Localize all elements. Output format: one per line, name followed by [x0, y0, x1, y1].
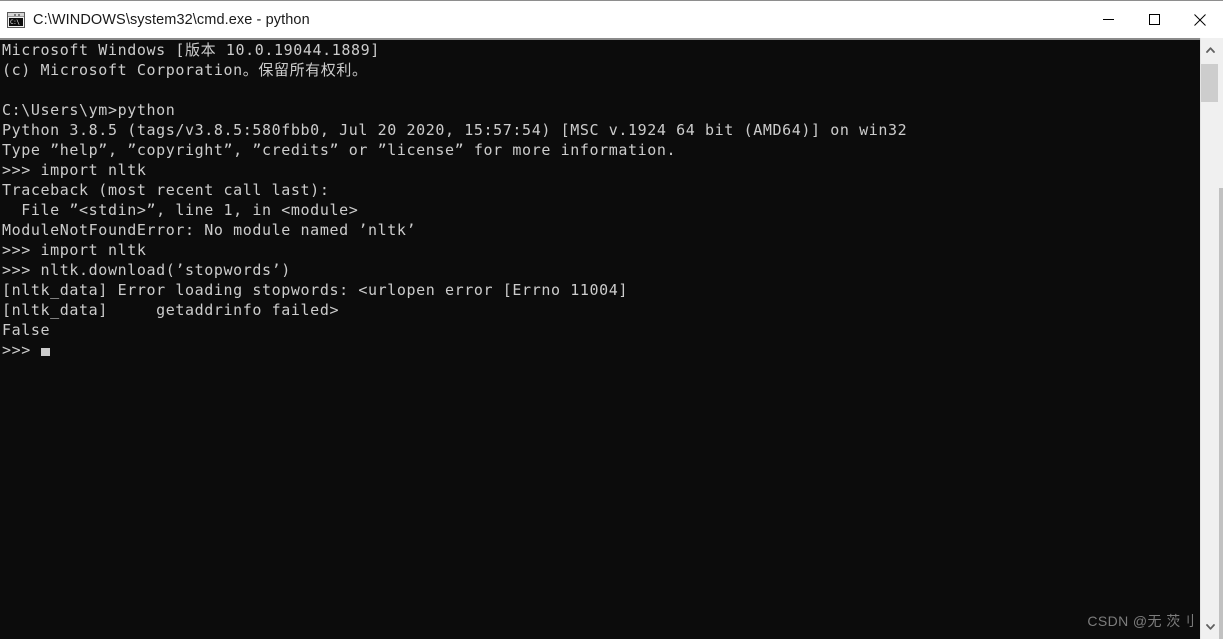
maximize-icon	[1148, 14, 1160, 25]
terminal-line: [nltk_data] Error loading stopwords: <ur…	[2, 281, 628, 299]
terminal-prompt-line[interactable]: >>>	[0, 340, 1200, 360]
maximize-button[interactable]	[1131, 1, 1177, 38]
cmd-icon-titlebar	[8, 12, 24, 17]
cmd-icon-dot-1	[14, 13, 16, 16]
close-icon	[1194, 13, 1206, 26]
scroll-up-button[interactable]	[1201, 38, 1219, 62]
window-title: C:\WINDOWS\system32\cmd.exe - python	[33, 11, 310, 28]
close-button[interactable]	[1177, 1, 1223, 38]
terminal-prompt: >>>	[2, 341, 41, 359]
chevron-up-icon	[1205, 47, 1215, 53]
vertical-scrollbar[interactable]	[1200, 38, 1223, 639]
block-cursor	[40, 348, 50, 356]
terminal-line: False	[2, 321, 51, 339]
cmd-window: C:\ C:\WINDOWS\system32\cmd.exe - python	[0, 0, 1223, 639]
terminal-line: Type ”help”, ”copyright”, ”credits” or ”…	[2, 141, 677, 159]
scrollbar-track[interactable]	[1201, 62, 1219, 615]
terminal-line: >>> import nltk	[2, 161, 147, 179]
terminal-line: File ”<stdin>”, line 1, in <module>	[2, 201, 359, 219]
terminal-line: C:\Users\ym>python	[2, 101, 176, 119]
terminal-line: >>> import nltk	[2, 241, 147, 259]
terminal-line: Traceback (most recent call last):	[2, 181, 330, 199]
console-output-area[interactable]: Microsoft Windows [版本 10.0.19044.1889] (…	[0, 38, 1223, 639]
terminal-line: (c) Microsoft Corporation。保留所有权利。	[2, 61, 368, 79]
csdn-watermark: CSDN @无 茨刂	[1087, 613, 1195, 629]
terminal-line: [nltk_data] getaddrinfo failed>	[2, 301, 340, 319]
terminal-screen[interactable]: Microsoft Windows [版本 10.0.19044.1889] (…	[0, 40, 1200, 639]
terminal-line: Microsoft Windows [版本 10.0.19044.1889]	[2, 41, 380, 59]
scrollbar-edge-shadow	[1219, 188, 1223, 639]
minimize-button[interactable]	[1085, 1, 1131, 38]
cmd-console-icon: C:\	[7, 11, 25, 28]
scroll-down-button[interactable]	[1201, 615, 1219, 639]
terminal-line: Python 3.8.5 (tags/v3.8.5:580fbb0, Jul 2…	[2, 121, 908, 139]
terminal-line: >>> nltk.download(’stopwords’)	[2, 261, 291, 279]
cmd-icon-dot-2	[18, 13, 20, 16]
scrollbar-thumb[interactable]	[1201, 64, 1219, 102]
window-caption-buttons	[1085, 1, 1223, 38]
minimize-icon	[1102, 19, 1114, 20]
window-titlebar[interactable]: C:\ C:\WINDOWS\system32\cmd.exe - python	[0, 0, 1223, 38]
terminal-line: ModuleNotFoundError: No module named ’nl…	[2, 221, 417, 239]
cmd-icon-prompt: C:\	[9, 17, 23, 26]
chevron-down-icon	[1205, 624, 1215, 630]
